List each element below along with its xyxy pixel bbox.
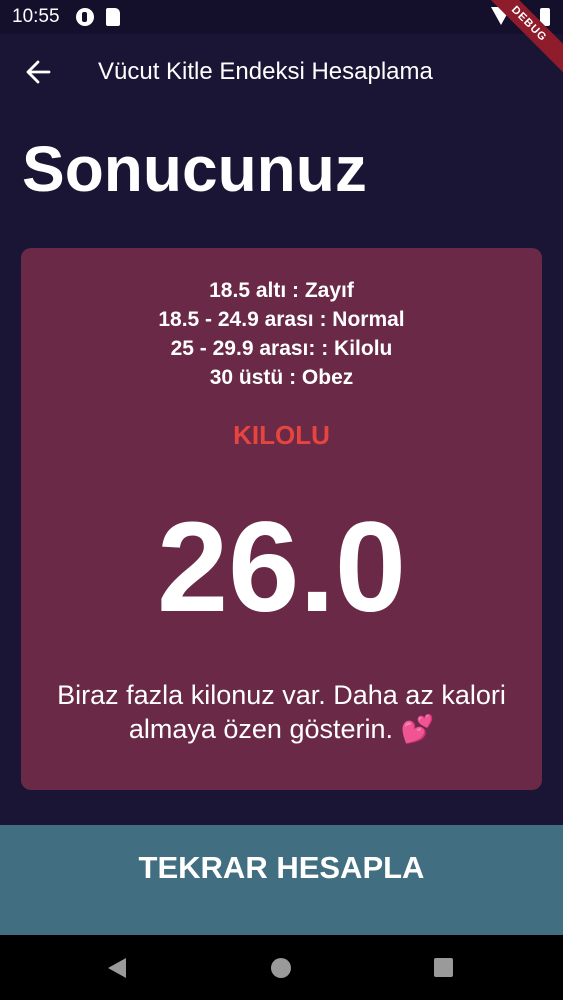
back-button[interactable]	[20, 54, 56, 90]
arrow-left-icon	[26, 60, 51, 84]
recalculate-button[interactable]: TEKRAR HESAPLA	[0, 825, 563, 935]
result-card: 18.5 altı : Zayıf 18.5 - 24.9 arası : No…	[21, 248, 542, 790]
range-obese: 30 üstü : Obez	[209, 366, 354, 389]
nav-recents-icon[interactable]	[434, 958, 453, 977]
page-title: Sonucunuz	[22, 133, 367, 205]
range-normal: 18.5 - 24.9 arası : Normal	[158, 308, 405, 331]
nav-back-icon[interactable]	[108, 958, 126, 978]
recalculate-label: TEKRAR HESAPLA	[138, 850, 425, 885]
bmi-category: KILOLU	[233, 420, 330, 450]
sd-card-icon	[106, 8, 120, 26]
app-notification-icon	[76, 8, 94, 26]
nav-home-icon[interactable]	[271, 958, 291, 978]
bmi-ranges: 18.5 altı : Zayıf 18.5 - 24.9 arası : No…	[21, 276, 542, 392]
range-overweight: 25 - 29.9 arası: : Kilolu	[170, 337, 393, 360]
bmi-message: Biraz fazla kilonuz var. Daha az kalori …	[57, 680, 506, 744]
app-bar: Vücut Kitle Endeksi Hesaplama	[0, 34, 563, 110]
range-underweight: 18.5 altı : Zayıf	[209, 279, 354, 302]
system-nav-bar	[0, 935, 563, 1000]
status-bar: 10:55 DEBUG	[0, 0, 563, 81]
bmi-value: 26.0	[156, 496, 407, 639]
app-bar-title: Vücut Kitle Endeksi Hesaplama	[98, 58, 433, 85]
status-time: 10:55	[12, 6, 60, 27]
